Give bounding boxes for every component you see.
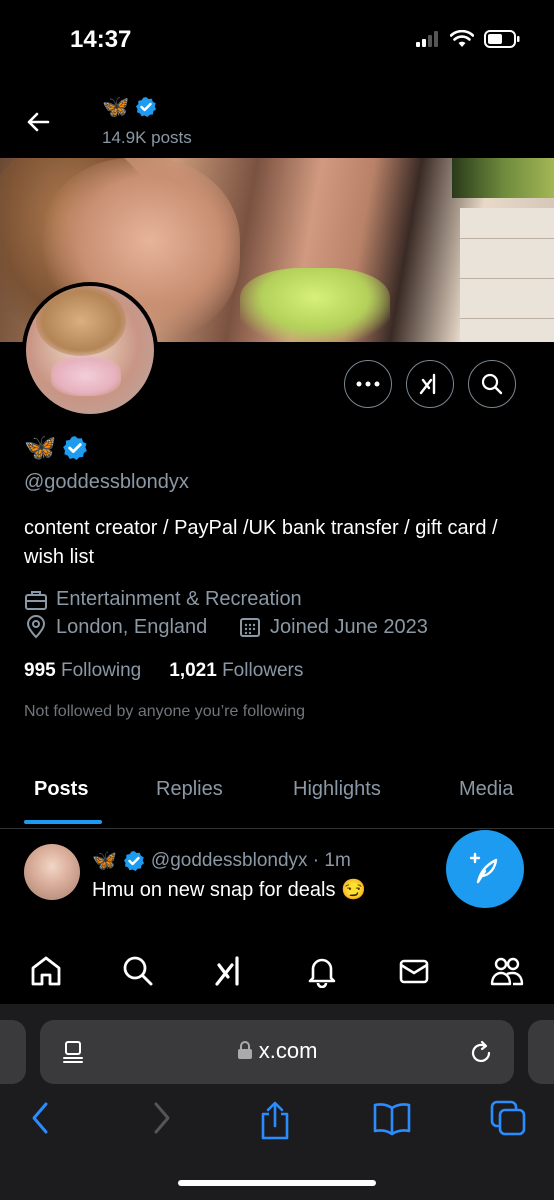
more-options-button[interactable] [344, 360, 392, 408]
search-profile-button[interactable] [468, 360, 516, 408]
forward-arrow-icon[interactable] [148, 1100, 174, 1136]
compose-post-button[interactable] [446, 830, 524, 908]
post-text: Hmu on new snap for deals 😏 [92, 879, 366, 901]
butterfly-emoji: 🦋 [92, 850, 117, 872]
verified-badge-icon [136, 97, 157, 117]
wifi-icon [450, 30, 474, 47]
status-icons [416, 30, 520, 48]
home-indicator [178, 1180, 376, 1186]
followers-label: Followers [222, 660, 304, 681]
share-icon[interactable] [258, 1100, 292, 1140]
profile-handle: @goddessblondyx [24, 471, 189, 493]
url-text: x.com [258, 1038, 318, 1063]
tab-posts[interactable]: Posts [34, 778, 88, 801]
profile-name: 🦋 [24, 432, 88, 463]
verified-badge-icon[interactable] [62, 435, 88, 461]
joined-text: Joined June 2023 [270, 615, 428, 638]
grok-button[interactable] [406, 360, 454, 408]
followers-count: 1,021 [169, 660, 217, 681]
banner-tv [452, 158, 554, 198]
home-icon[interactable] [29, 954, 63, 988]
signal-icon [416, 31, 438, 47]
banner-clothing [240, 268, 390, 342]
profile-avatar[interactable] [22, 282, 158, 418]
profile-bio: content creator / PayPal /UK bank transf… [24, 517, 498, 568]
communities-icon[interactable] [489, 954, 525, 988]
tabs-divider [0, 828, 554, 829]
grok-icon[interactable] [213, 954, 247, 988]
briefcase-icon [25, 590, 47, 610]
location-text: London, England [56, 615, 208, 638]
compose-feather-icon [469, 852, 498, 884]
back-button[interactable] [22, 106, 54, 138]
url-display[interactable]: x.com [0, 1038, 554, 1064]
post-avatar[interactable] [24, 844, 80, 900]
grok-icon [419, 373, 436, 395]
tab-highlights[interactable]: Highlights [293, 778, 381, 801]
profile-location: London, England [24, 615, 207, 639]
back-arrow-icon[interactable] [28, 1100, 54, 1136]
active-tab-indicator [24, 820, 102, 824]
calendar-icon [240, 618, 260, 637]
butterfly-emoji: 🦋 [24, 432, 57, 462]
more-dots-icon [356, 381, 380, 387]
location-pin-icon [26, 615, 46, 639]
not-followed-note: Not followed by anyone you’re following [24, 703, 306, 720]
bottom-nav [0, 938, 554, 1004]
follow-counts: 995 Following 1,021 Followers [24, 660, 303, 682]
post-handle-time: @goddessblondyx · 1m [150, 849, 351, 871]
status-time: 14:37 [70, 26, 132, 53]
lock-icon [237, 1041, 252, 1059]
banner-drawer [460, 208, 554, 342]
following-label: Following [60, 660, 142, 681]
tab-replies[interactable]: Replies [156, 778, 223, 801]
post-header: 🦋 @goddessblondyx · 1m [92, 848, 351, 873]
following-link[interactable]: 995 Following [24, 660, 141, 682]
tabs-overview-icon[interactable] [490, 1100, 528, 1138]
profile-joined: Joined June 2023 [238, 615, 428, 639]
header-name: 🦋 [102, 94, 157, 120]
header-post-count: 14.9K posts [102, 128, 192, 147]
arrow-left-icon [27, 112, 50, 132]
explore-search-icon[interactable] [121, 954, 155, 988]
bookmarks-book-icon[interactable] [372, 1100, 412, 1136]
following-count: 995 [24, 660, 56, 681]
notifications-bell-icon[interactable] [305, 954, 339, 988]
verified-badge-icon [123, 850, 144, 871]
butterfly-emoji: 🦋 [102, 94, 130, 119]
tab-media[interactable]: Media [459, 778, 513, 801]
followers-link[interactable]: 1,021 Followers [169, 660, 303, 682]
messages-envelope-icon[interactable] [397, 954, 431, 988]
profile-category: Entertainment & Recreation [24, 588, 302, 611]
category-text: Entertainment & Recreation [56, 588, 302, 610]
battery-icon [484, 30, 520, 48]
search-icon [481, 373, 503, 395]
